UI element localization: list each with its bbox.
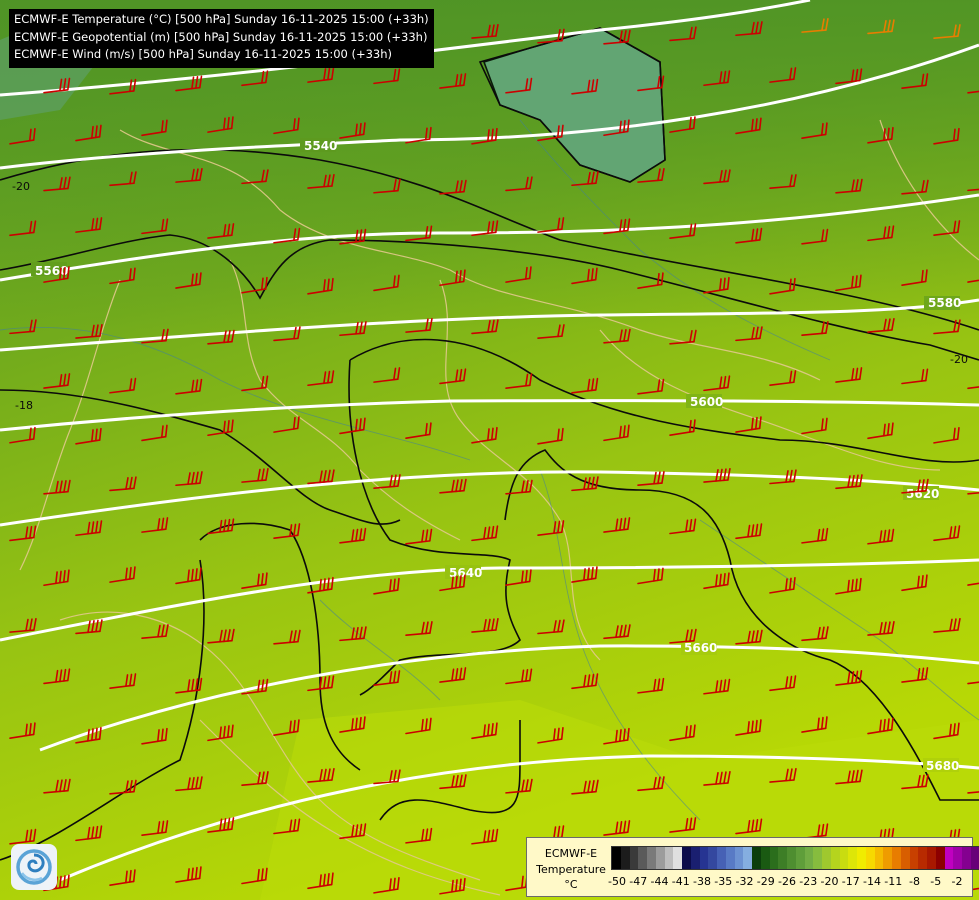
legend-swatch	[813, 847, 822, 869]
legend-swatch	[909, 847, 919, 869]
legend-tick-label: -8	[909, 875, 920, 888]
legend-swatch	[874, 847, 884, 869]
legend-tick-label: -20	[820, 875, 839, 888]
legend-tick-label: -29	[756, 875, 775, 888]
legend-swatch	[865, 847, 875, 869]
legend-tick-label: -47	[629, 875, 648, 888]
legend-tick-label: -17	[841, 875, 860, 888]
legend-swatch	[743, 847, 752, 869]
legend-swatch	[708, 847, 717, 869]
legend-swatch	[927, 847, 936, 869]
legend-swatch	[804, 847, 814, 869]
isotherm-label: -18	[15, 399, 33, 412]
isotherm-label: -20	[950, 353, 968, 366]
legend-swatch	[673, 847, 682, 869]
legend-swatch	[953, 847, 962, 869]
legend-swatch	[717, 847, 726, 869]
legend-tick-label: -11	[884, 875, 903, 888]
legend-tick-label: -5	[930, 875, 942, 888]
temperature-legend: ECMWF-E Temperature °C -50 -47 -44 -41 -38 -3…	[526, 837, 979, 897]
legend-swatch	[612, 847, 621, 869]
legend-swatch	[892, 847, 901, 869]
legend-swatch	[900, 847, 910, 869]
weather-map: 5540 5560 5580 5600 5620 5640 5660 5680 …	[0, 0, 979, 900]
contour-label: 5660	[684, 641, 717, 655]
header-temperature: ECMWF-E Temperature (°C) [500 hPa] Sunda…	[14, 12, 429, 26]
isotherm-label: -20	[12, 180, 30, 193]
legend-swatch	[638, 847, 647, 869]
legend-swatch	[970, 847, 979, 869]
legend-title: ECMWF-E	[544, 847, 598, 860]
legend-tick-label: -26	[778, 875, 796, 888]
legend-ticks: -50 -47 -44 -41 -38 -35 -32 -29 -26 -23 -20 -17 -14-…	[608, 875, 966, 889]
legend-swatch	[795, 847, 805, 869]
legend-swatch	[620, 847, 630, 869]
legend-unit: °C	[564, 878, 578, 891]
legend-swatch	[647, 847, 656, 869]
contour-label: 5600	[690, 395, 723, 409]
legend-tick-label: -38	[693, 875, 711, 888]
ecmwf-swirl-icon	[11, 844, 57, 890]
legend-tick-label: -32	[735, 875, 754, 888]
legend-swatch	[769, 847, 779, 869]
contour-label: 5540	[304, 139, 337, 153]
legend-color-scale	[611, 846, 979, 870]
legend-swatch	[690, 847, 700, 869]
legend-swatch	[962, 847, 971, 869]
legend-swatch	[664, 847, 674, 869]
legend-swatch	[883, 847, 892, 869]
legend-swatch	[760, 847, 770, 869]
contour-label: 5580	[928, 296, 961, 310]
legend-tick-label: -2	[951, 875, 963, 888]
map-header: ECMWF-E Temperature (°C) [500 hPa] Sunda…	[9, 9, 434, 68]
legend-swatch	[655, 847, 665, 869]
legend-swatch	[830, 847, 840, 869]
legend-swatch	[699, 847, 709, 869]
contour-label: 5680	[926, 759, 959, 773]
legend-subtitle: Temperature	[536, 863, 606, 876]
legend-swatch	[935, 847, 945, 869]
legend-swatch	[839, 847, 849, 869]
legend-swatch	[725, 847, 735, 869]
legend-swatch	[918, 847, 927, 869]
legend-tick-label: -44	[650, 875, 669, 888]
legend-swatch	[944, 847, 954, 869]
legend-swatch	[682, 847, 691, 869]
header-geopotential: ECMWF-E Geopotential (m) [500 hPa] Sunda…	[14, 29, 428, 44]
legend-swatch	[734, 847, 744, 869]
legend-swatch	[629, 847, 639, 869]
contour-label: 5640	[449, 566, 482, 580]
legend-swatch	[778, 847, 787, 869]
legend-swatch	[857, 847, 866, 869]
legend-tick-label: -14	[863, 875, 881, 888]
legend-swatch	[822, 847, 831, 869]
legend-swatch	[848, 847, 857, 869]
legend-swatch	[752, 847, 761, 869]
legend-tick-label: -23	[799, 875, 818, 888]
legend-tick-label: -35	[714, 875, 733, 888]
header-wind: ECMWF-E Wind (m/s) [500 hPa] Sunday 16-1…	[14, 47, 393, 61]
legend-swatch	[787, 847, 796, 869]
legend-tick-label: -41	[671, 875, 690, 888]
legend-tick-label: -50	[608, 875, 626, 888]
